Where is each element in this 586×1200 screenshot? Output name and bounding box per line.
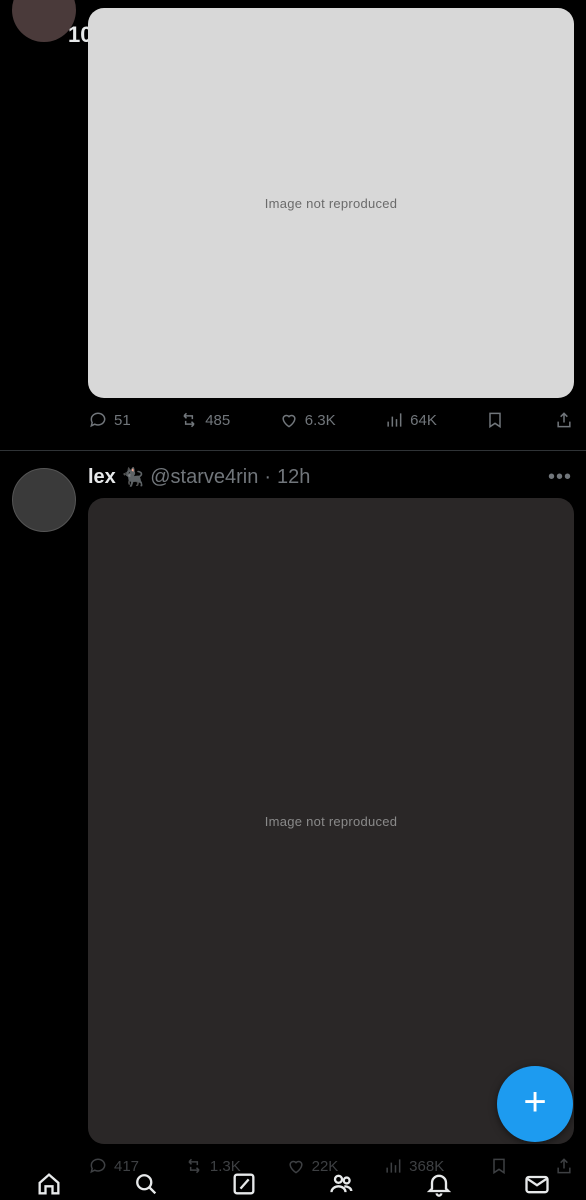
views-icon [387, 413, 402, 427]
compose-button[interactable]: + [497, 1066, 573, 1142]
post-actions: 51 485 6.3K 64K [88, 410, 574, 430]
repost-count: 485 [205, 411, 231, 429]
separator: · [264, 466, 272, 488]
reply-button[interactable]: 51 [88, 410, 131, 430]
more-options-button[interactable]: ••• [548, 466, 572, 489]
home-icon[interactable] [35, 1170, 63, 1198]
heart-icon [282, 414, 296, 428]
share-icon [557, 412, 571, 428]
display-name[interactable]: lex [88, 466, 116, 489]
post-time[interactable]: 12h [277, 466, 310, 489]
media-placeholder-label: Image not reproduced [264, 195, 398, 211]
post-media[interactable]: Image not reproduced [88, 8, 574, 398]
messages-icon[interactable] [523, 1170, 551, 1198]
media-placeholder-label: Image not reproduced [264, 813, 398, 829]
name-emoji: 🐈‍⬛ [121, 467, 145, 487]
reply-icon [90, 412, 106, 428]
post-header: lex 🐈‍⬛ @starve4rin · 12h [88, 466, 310, 489]
plus-icon: + [523, 1080, 547, 1124]
bookmark-icon [489, 412, 502, 429]
post-divider [0, 450, 586, 451]
avatar[interactable] [12, 468, 76, 532]
views-button[interactable]: 64K [384, 410, 437, 430]
bottom-nav [0, 1168, 586, 1200]
communities-icon[interactable] [328, 1170, 356, 1198]
repost-icon [183, 412, 195, 428]
like-button[interactable]: 6.3K [279, 410, 336, 430]
user-handle[interactable]: @starve4rin [150, 466, 258, 489]
share-button[interactable] [554, 410, 574, 430]
like-count: 6.3K [304, 411, 336, 429]
post-media[interactable]: Image not reproduced [88, 498, 574, 1144]
bookmark-button[interactable] [485, 410, 505, 430]
reply-count: 51 [114, 411, 131, 429]
repost-button[interactable]: 485 [179, 410, 230, 430]
view-count: 64K [410, 411, 437, 429]
grok-icon[interactable] [230, 1170, 258, 1198]
search-icon[interactable] [132, 1170, 160, 1198]
avatar[interactable] [12, 0, 76, 42]
notifications-icon[interactable] [425, 1170, 453, 1198]
